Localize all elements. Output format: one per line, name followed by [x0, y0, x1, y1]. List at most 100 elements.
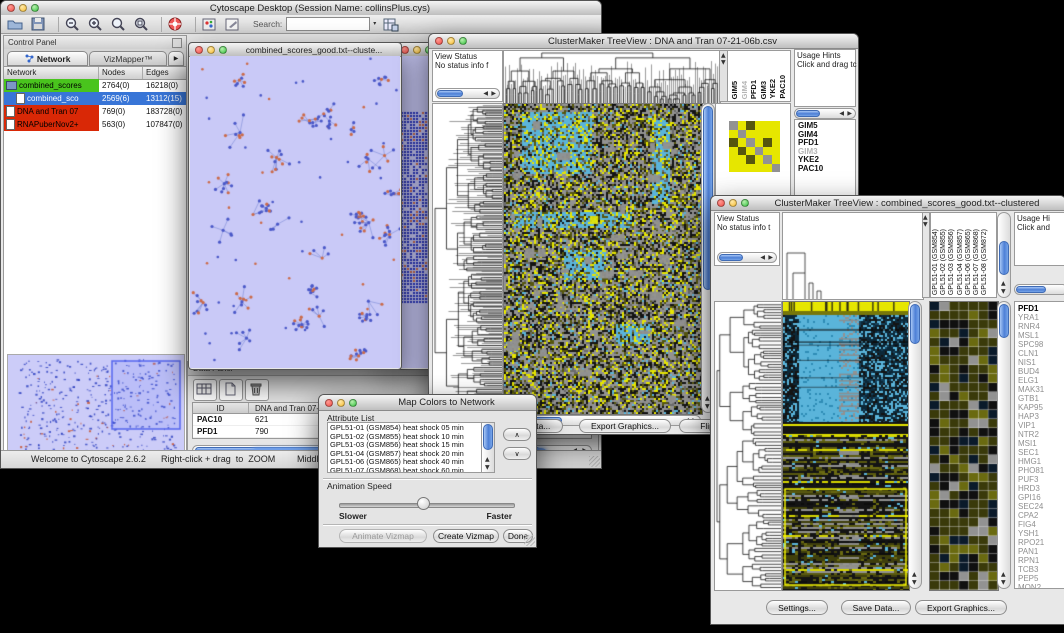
data-col-id[interactable]: ID [193, 403, 249, 413]
treeview2-title-bar[interactable]: ClusterMaker TreeView : combined_scores_… [711, 196, 1064, 211]
tv2-heatmap[interactable] [782, 301, 910, 591]
tv2-gene-label[interactable]: GPI16 [1018, 493, 1064, 502]
attribute-list-item[interactable]: GPL51-07 (GSM868) heat shock 60 min [330, 467, 480, 474]
dialog-resize-grip[interactable] [524, 535, 535, 546]
tab-network[interactable]: Network [7, 51, 88, 66]
tv2-gene-label[interactable]: PAN1 [1018, 547, 1064, 556]
zoom-button[interactable] [349, 399, 357, 407]
animation-speed-slider[interactable] [339, 497, 515, 511]
treeview1-title-bar[interactable]: ClusterMaker TreeView : DNA and Tran 07-… [429, 34, 858, 49]
birdseye-view[interactable] [7, 354, 185, 456]
tv2-gene-label[interactable]: MSL1 [1018, 331, 1064, 340]
tv2-gene-label[interactable]: BUD4 [1018, 367, 1064, 376]
tv2-gene-label[interactable]: MSI1 [1018, 439, 1064, 448]
tv2-gene-label[interactable]: VIP1 [1018, 421, 1064, 430]
close-button[interactable] [325, 399, 333, 407]
annotation-icon[interactable] [224, 17, 241, 32]
attribute-browser-icon[interactable] [382, 17, 399, 32]
data-table-icon-button[interactable] [193, 379, 217, 401]
zoom-fit-icon[interactable] [133, 17, 150, 32]
tv2-gene-label[interactable]: KAP95 [1018, 403, 1064, 412]
tv2-gene-label[interactable]: HMG1 [1018, 457, 1064, 466]
tv2-gene-label[interactable]: HAP3 [1018, 412, 1064, 421]
search-dropdown-arrow[interactable]: ▾ [373, 21, 376, 27]
tv2-gene-label[interactable]: CLN1 [1018, 349, 1064, 358]
network-name-cell[interactable]: combined_sco [4, 92, 99, 105]
network-name-cell[interactable]: combined_scores [4, 79, 99, 92]
tv2-status-hscrollbar[interactable]: ◀▶ [717, 252, 777, 263]
tv2-gene-label[interactable]: MON2 [1018, 583, 1064, 589]
minimize-button[interactable] [729, 199, 737, 207]
network-list-item[interactable]: DNA and Tran 07769(0)183728(0) [4, 105, 186, 118]
animate-vizmap-button[interactable]: Animate Vizmap [339, 529, 427, 543]
minimize-button[interactable] [337, 399, 345, 407]
tv1-hints-hscrollbar[interactable]: ◀▶ [794, 108, 856, 119]
network1-title-bar[interactable]: combined_scores_good.txt--cluste... [189, 43, 401, 57]
tv2-gene-label[interactable]: RPO21 [1018, 538, 1064, 547]
tv2-collabel-vscrollbar[interactable]: ▲▼ [997, 212, 1011, 298]
tv2-gene-label[interactable]: YRA1 [1018, 313, 1064, 322]
tv2-column-dendrogram[interactable] [782, 212, 924, 300]
network-name-cell[interactable]: DNA and Tran 07 [4, 105, 99, 118]
export-graphics-button[interactable]: Export Graphics... [579, 419, 671, 433]
tv2-gene-label[interactable]: NIS1 [1018, 358, 1064, 367]
settings-button[interactable]: Settings... [766, 600, 828, 615]
save-data-button[interactable]: Save Data... [841, 600, 911, 615]
network-name-cell[interactable]: RNAPuberNov2+ [4, 118, 99, 131]
tv2-zoom-heatmap[interactable] [929, 301, 999, 591]
tv1-column-dendrogram[interactable] [503, 50, 721, 104]
minimize-button[interactable] [447, 37, 455, 45]
tv2-gene-label[interactable]: PHO81 [1018, 466, 1064, 475]
tv2-heatmap-vscrollbar[interactable]: ▲▼ [908, 301, 922, 589]
tv2-row-dendrogram[interactable] [714, 301, 782, 591]
close-button[interactable] [435, 37, 443, 45]
network-list-item[interactable]: combined_scores2764(0)16218(0) [4, 79, 186, 92]
tv2-gene-label[interactable]: PUF3 [1018, 475, 1064, 484]
zoom-selected-icon[interactable] [110, 17, 127, 32]
tv2-gene-label[interactable]: PFD1 [1018, 304, 1064, 313]
tv2-gene-label[interactable]: NTR2 [1018, 430, 1064, 439]
network-list-item[interactable]: RNAPuberNov2+563(0)107847(0) [4, 118, 186, 131]
search-input[interactable] [286, 17, 370, 31]
tv2-gene-label[interactable]: SEC1 [1018, 448, 1064, 457]
slider-thumb[interactable] [417, 497, 430, 510]
close-button[interactable] [7, 4, 15, 12]
tv2-gene-label[interactable]: ELG1 [1018, 376, 1064, 385]
close-button[interactable] [717, 199, 725, 207]
col-network[interactable]: Network [4, 67, 99, 79]
zoom-button[interactable] [459, 37, 467, 45]
dialog-title-bar[interactable]: Map Colors to Network [319, 395, 536, 411]
tab-vizmapper[interactable]: VizMapper™ [89, 51, 167, 66]
tv2-gene-label[interactable]: HRD3 [1018, 484, 1064, 493]
help-icon[interactable] [167, 17, 184, 32]
tv2-gene-label[interactable]: CPA2 [1018, 511, 1064, 520]
tv1-gene-label[interactable]: PAC10 [798, 165, 855, 174]
tv2-gene-label[interactable]: RPN1 [1018, 556, 1064, 565]
tv1-similarity-matrix[interactable] [729, 121, 780, 172]
zoom-button[interactable] [219, 46, 227, 54]
resize-grip[interactable] [589, 456, 600, 467]
export-graphics-button[interactable]: Export Graphics... [915, 600, 1007, 615]
tv2-gene-label[interactable]: PEP5 [1018, 574, 1064, 583]
tv1-col-scroll-strip[interactable]: ▲▼ [719, 50, 728, 102]
tv2-gene-label[interactable]: TCB3 [1018, 565, 1064, 574]
zoom-out-icon[interactable] [64, 17, 81, 32]
vizmapper-icon[interactable] [201, 17, 218, 32]
col-nodes[interactable]: Nodes [99, 67, 143, 79]
network1-canvas[interactable] [190, 56, 400, 368]
create-vizmap-button[interactable]: Create Vizmap [433, 529, 499, 543]
main-title-bar[interactable]: Cytoscape Desktop (Session Name: collins… [1, 1, 601, 16]
tab-overflow-button[interactable]: ▶ [168, 51, 184, 66]
zoom-button[interactable] [31, 4, 39, 12]
tv2-gene-label[interactable]: SEC24 [1018, 502, 1064, 511]
tv2-zoom-vscrollbar[interactable]: ▲▼ [997, 301, 1011, 589]
attribute-up-button[interactable]: ∧ [503, 428, 531, 441]
float-panel-icon[interactable] [172, 38, 182, 48]
tv2-gene-label[interactable]: RNR4 [1018, 322, 1064, 331]
tv1-row-dendrogram[interactable] [432, 103, 503, 415]
tv2-gene-label[interactable]: MAK31 [1018, 385, 1064, 394]
tv2-gene-label[interactable]: GTB1 [1018, 394, 1064, 403]
tv1-heatmap[interactable] [503, 103, 703, 415]
tv2-gene-label[interactable]: FIG4 [1018, 520, 1064, 529]
tv2-gene-label[interactable]: YSH1 [1018, 529, 1064, 538]
